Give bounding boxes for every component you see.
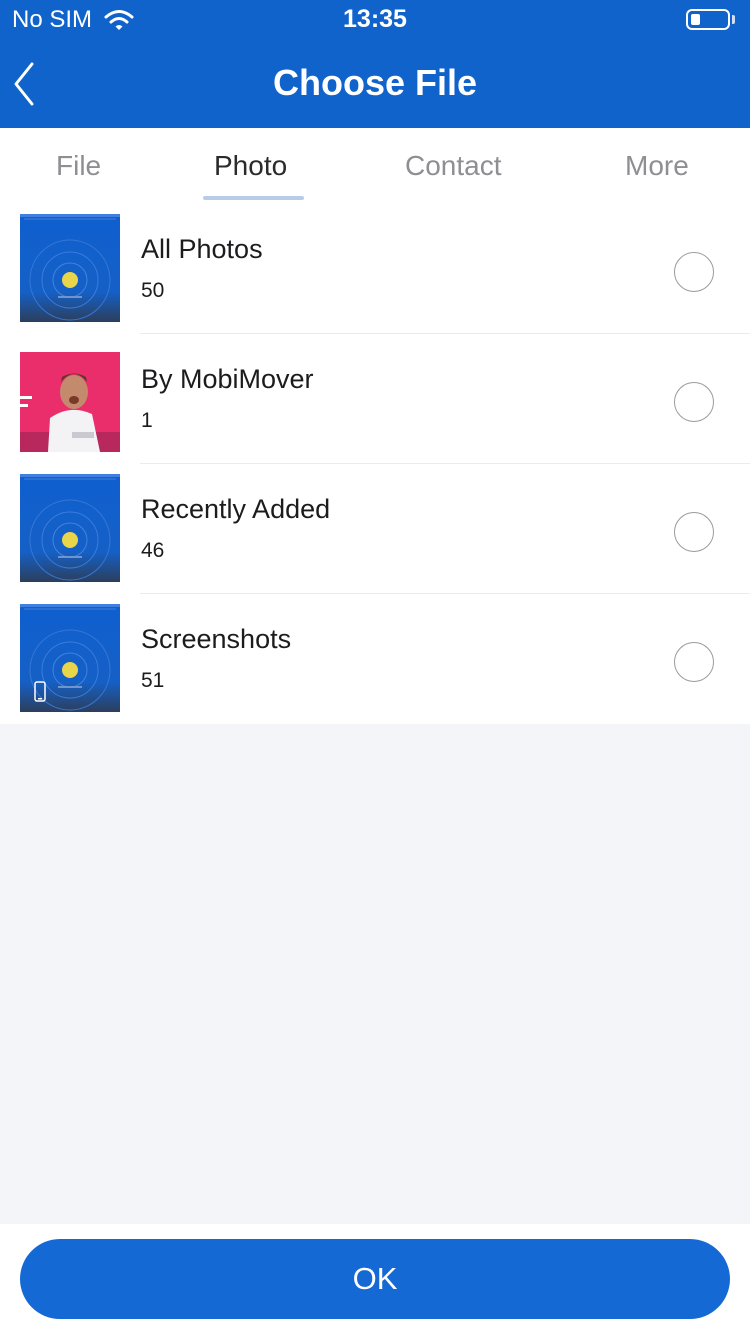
tab-contact[interactable]: Contact <box>405 150 502 182</box>
album-count: 46 <box>141 539 165 562</box>
album-list: All Photos 50 By MobiMover 1 Recently Ad… <box>0 204 750 724</box>
tab-bar: File Photo Contact More <box>0 128 750 204</box>
album-count: 1 <box>141 409 153 432</box>
list-item[interactable]: Screenshots 51 <box>0 594 750 724</box>
select-radio[interactable] <box>674 382 714 422</box>
album-name: All Photos <box>141 234 263 264</box>
bottom-bar: OK <box>0 1224 750 1334</box>
select-radio[interactable] <box>674 512 714 552</box>
album-thumbnail <box>20 474 120 582</box>
tab-file[interactable]: File <box>56 150 101 182</box>
album-name: Screenshots <box>141 624 292 654</box>
page-title: Choose File <box>272 62 478 103</box>
clock-label: 13:35 <box>343 5 407 33</box>
status-bar: No SIM 13:35 <box>0 0 750 40</box>
blue-screen-thumbnail-icon <box>20 474 120 582</box>
ok-button[interactable]: OK <box>20 1239 730 1319</box>
choose-file-screen: No SIM 13:35 Choose File File Photo Cont… <box>0 0 750 1334</box>
blue-screen-phone-thumbnail-icon <box>20 604 120 712</box>
tab-photo[interactable]: Photo <box>214 150 287 182</box>
active-tab-indicator <box>203 196 304 200</box>
list-item[interactable]: By MobiMover 1 <box>0 334 750 464</box>
battery-cap <box>732 15 735 24</box>
album-count: 51 <box>141 669 165 692</box>
pink-photo-thumbnail-icon <box>20 352 120 452</box>
album-name: By MobiMover <box>141 364 314 394</box>
select-radio[interactable] <box>674 642 714 682</box>
navigation-bar: Choose File <box>0 40 750 128</box>
blue-screen-thumbnail-icon <box>20 214 120 322</box>
album-thumbnail <box>20 214 120 322</box>
album-thumbnail <box>20 604 120 712</box>
tab-more[interactable]: More <box>625 150 689 182</box>
battery-level-fill <box>691 14 700 25</box>
list-item[interactable]: All Photos 50 <box>0 204 750 334</box>
select-radio[interactable] <box>674 252 714 292</box>
list-item[interactable]: Recently Added 46 <box>0 464 750 594</box>
album-thumbnail <box>20 352 120 452</box>
album-count: 50 <box>141 279 165 302</box>
battery-icon <box>686 9 730 30</box>
album-name: Recently Added <box>141 494 331 524</box>
header: No SIM 13:35 Choose File <box>0 0 750 128</box>
